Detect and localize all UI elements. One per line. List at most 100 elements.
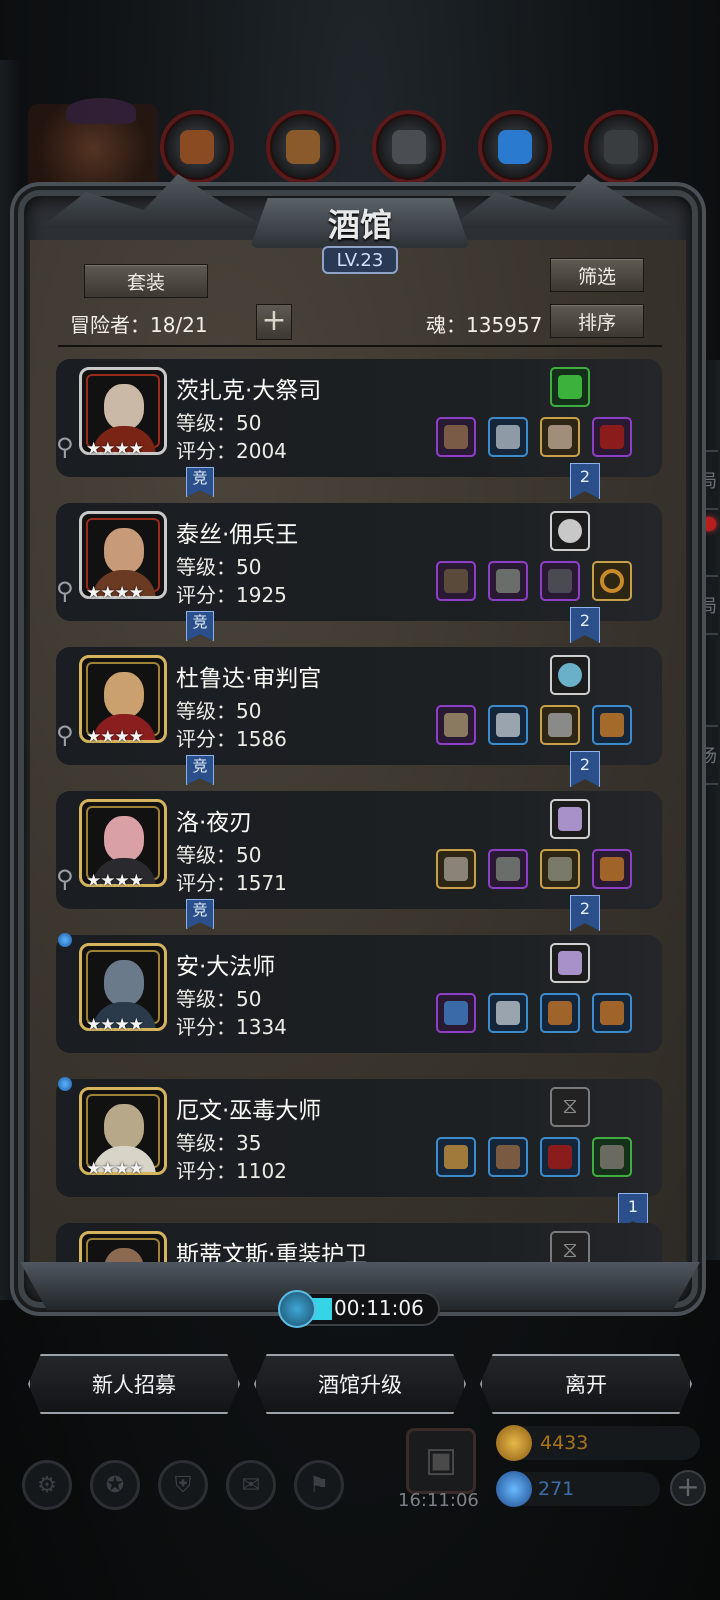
trinket-icon[interactable]: [540, 1137, 580, 1177]
hero-list[interactable]: ★★★★ ⚲ 茨扎克·大祭司 等级：50 评分：2004 竞 2 ★★★★ ⚲ …: [56, 355, 662, 1275]
rune-slot[interactable]: [550, 655, 590, 695]
armor-icon[interactable]: [488, 993, 528, 1033]
arena-tag-2: 竞: [186, 611, 214, 641]
menu-icon-5[interactable]: ⚑: [294, 1460, 344, 1510]
gold-amount: 4433: [540, 1432, 589, 1454]
hero-score: 评分：1586: [176, 727, 287, 751]
gift-timer: 16:11:06: [398, 1490, 479, 1511]
armor-icon[interactable]: [488, 561, 528, 601]
star-rating: ★★★★: [86, 439, 144, 459]
gem-amount: 271: [538, 1478, 575, 1500]
rune-slot[interactable]: [550, 943, 590, 983]
notification-dot: [702, 517, 716, 531]
wood-resource-icon[interactable]: [266, 110, 340, 184]
upgrade-tavern-button[interactable]: 酒馆升级: [254, 1354, 466, 1414]
hero-card-4[interactable]: ★★★★ ⚲ 洛·夜刃 等级：50 评分：1571: [56, 791, 662, 909]
hero-score: 评分：1334: [176, 1015, 287, 1039]
trinket-icon[interactable]: [592, 417, 632, 457]
menu-icon-2[interactable]: ✪: [90, 1460, 140, 1510]
bracer-icon[interactable]: [540, 993, 580, 1033]
gold-coin-icon: [496, 1425, 532, 1461]
recruit-button[interactable]: 新人招募: [28, 1354, 240, 1414]
side-tab-1[interactable]: 局: [696, 450, 718, 510]
meat-resource-icon[interactable]: [160, 110, 234, 184]
add-currency-button[interactable]: +: [670, 1470, 706, 1506]
gift-box-icon[interactable]: ▣: [406, 1428, 476, 1494]
hero-score: 评分：2004: [176, 439, 287, 463]
hero-name: 厄文·巫毒大师: [176, 1098, 322, 1124]
hero-badge-3: 2: [570, 751, 600, 787]
hero-name: 泰丝·佣兵王: [176, 522, 299, 548]
armor-icon[interactable]: [488, 849, 528, 889]
hero-score: 评分：1102: [176, 1159, 287, 1183]
side-tab-2[interactable]: 局: [696, 575, 718, 635]
hero-card-3[interactable]: ★★★★ ⚲ 杜鲁达·审判官 等级：50 评分：1586: [56, 647, 662, 765]
hero-name: 茨扎克·大祭司: [176, 378, 322, 404]
rune-slot[interactable]: [550, 799, 590, 839]
armor-icon[interactable]: [488, 705, 528, 745]
rune-slot[interactable]: [550, 367, 590, 407]
tavern-level-badge: LV.23: [322, 246, 398, 274]
top-resource-bar: 10000: [20, 98, 710, 212]
menu-icon-3[interactable]: ⛨: [158, 1460, 208, 1510]
accessory-icon[interactable]: [540, 561, 580, 601]
crystal-resource-icon[interactable]: [478, 110, 552, 184]
armor-icon[interactable]: [488, 417, 528, 457]
weapon-hammer-icon[interactable]: [436, 417, 476, 457]
mail-icon[interactable]: ✉: [226, 1460, 276, 1510]
walking-figure-icon: ⚲: [56, 433, 74, 461]
weapon-staff-icon[interactable]: [436, 993, 476, 1033]
star-rating: ★★★★: [86, 871, 144, 891]
weapon-hammer-icon[interactable]: [436, 705, 476, 745]
amulet-icon[interactable]: [592, 1137, 632, 1177]
set-button[interactable]: 套装: [84, 264, 208, 298]
armor-icon[interactable]: [488, 1137, 528, 1177]
accessory-icon[interactable]: [540, 417, 580, 457]
hero-name: 安·大法师: [176, 954, 276, 980]
gem-icon: [496, 1471, 532, 1507]
shield-icon[interactable]: [592, 705, 632, 745]
hero-level: 等级：50: [176, 411, 262, 435]
expand-capacity-button[interactable]: +: [256, 304, 292, 340]
hero-score: 评分：1571: [176, 871, 287, 895]
arena-tag-3: 竞: [186, 755, 214, 785]
weapon-blade-icon[interactable]: [436, 849, 476, 889]
filter-button[interactable]: 筛选: [550, 258, 644, 292]
rune-slot[interactable]: [550, 511, 590, 551]
amulet-icon[interactable]: [540, 849, 580, 889]
walking-figure-icon: ⚲: [56, 577, 74, 605]
clock-icon: [278, 1290, 316, 1328]
menu-icon-1[interactable]: ⚙: [22, 1460, 72, 1510]
header-divider: [58, 345, 662, 347]
hero-name: 洛·夜刃: [176, 810, 253, 836]
player-avatar[interactable]: [28, 98, 158, 194]
hero-card-5[interactable]: ★★★★ 安·大法师 等级：50 评分：1334: [56, 933, 662, 1053]
iron-resource-icon[interactable]: [372, 110, 446, 184]
weapon-staff-icon[interactable]: [436, 1137, 476, 1177]
timer-text: 00:11:06: [334, 1296, 424, 1320]
hero-card-6[interactable]: ★★★★ 厄文·巫毒大师 等级：35 评分：1102 ⧖: [56, 1077, 662, 1197]
star-rating: ★★★★: [86, 583, 144, 603]
side-tab-3[interactable]: 场: [696, 725, 718, 785]
hero-level: 等级：50: [176, 987, 262, 1011]
star-rating: ★★★★: [86, 1159, 144, 1179]
hero-level: 等级：50: [176, 555, 262, 579]
leave-button[interactable]: 离开: [480, 1354, 692, 1414]
stone-resource-icon[interactable]: [584, 110, 658, 184]
adventurer-count: 冒险者：18/21: [70, 313, 208, 337]
ring-icon[interactable]: [592, 561, 632, 601]
star-rating: ★★★★: [86, 727, 144, 747]
hero-card-2[interactable]: ★★★★ ⚲ 泰丝·佣兵王 等级：50 评分：1925: [56, 503, 662, 621]
sort-button[interactable]: 排序: [550, 304, 644, 338]
arena-tag-4: 竞: [186, 899, 214, 929]
helmet-icon[interactable]: [540, 705, 580, 745]
weapon-spear-icon[interactable]: [436, 561, 476, 601]
bracer-icon[interactable]: [592, 849, 632, 889]
arena-tag-1: 竞: [186, 467, 214, 497]
walking-figure-icon: ⚲: [56, 721, 74, 749]
star-rating: ★★★★: [86, 1015, 144, 1035]
hero-card-1[interactable]: ★★★★ ⚲ 茨扎克·大祭司 等级：50 评分：2004: [56, 359, 662, 477]
hourglass-icon[interactable]: ⧖: [550, 1087, 590, 1127]
bracer-icon[interactable]: [592, 993, 632, 1033]
title-plaque: 酒馆: [250, 198, 470, 248]
